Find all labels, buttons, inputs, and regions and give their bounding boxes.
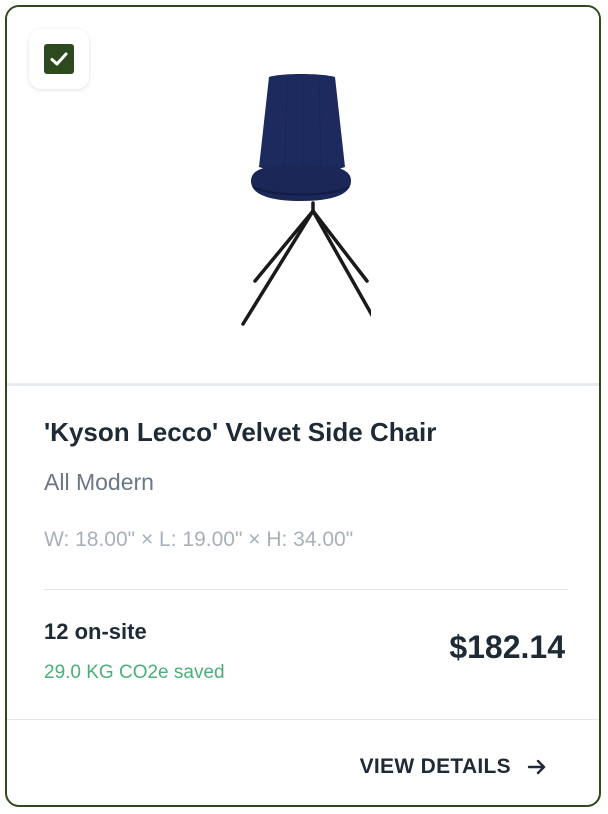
- co2-saved: 29.0 KG CO2e saved: [44, 662, 225, 683]
- select-checkbox[interactable]: [44, 44, 74, 74]
- chair-seat: [251, 165, 351, 201]
- onsite-count: 12 on-site: [44, 619, 147, 644]
- product-title: 'Kyson Lecco' Velvet Side Chair: [44, 417, 437, 447]
- product-image-area: [7, 7, 599, 383]
- image-divider: [7, 383, 599, 386]
- checkmark-icon: [50, 52, 68, 66]
- select-checkbox-wrapper: [29, 29, 89, 89]
- footer-divider: [7, 719, 599, 720]
- view-details-button[interactable]: VIEW DETAILS: [360, 755, 547, 779]
- view-details-label: VIEW DETAILS: [359, 755, 511, 778]
- product-brand: All Modern: [44, 469, 154, 495]
- details-divider: [44, 589, 568, 590]
- arrow-right-icon: [527, 759, 546, 775]
- chair-back: [259, 74, 345, 172]
- chair-legs: [241, 201, 371, 326]
- product-dimensions: W: 18.00" × L: 19.00" × H: 34.00": [44, 528, 354, 551]
- chair-image: [241, 74, 371, 326]
- product-price: $182.14: [449, 629, 565, 665]
- product-card[interactable]: 'Kyson Lecco' Velvet Side Chair All Mode…: [5, 5, 601, 807]
